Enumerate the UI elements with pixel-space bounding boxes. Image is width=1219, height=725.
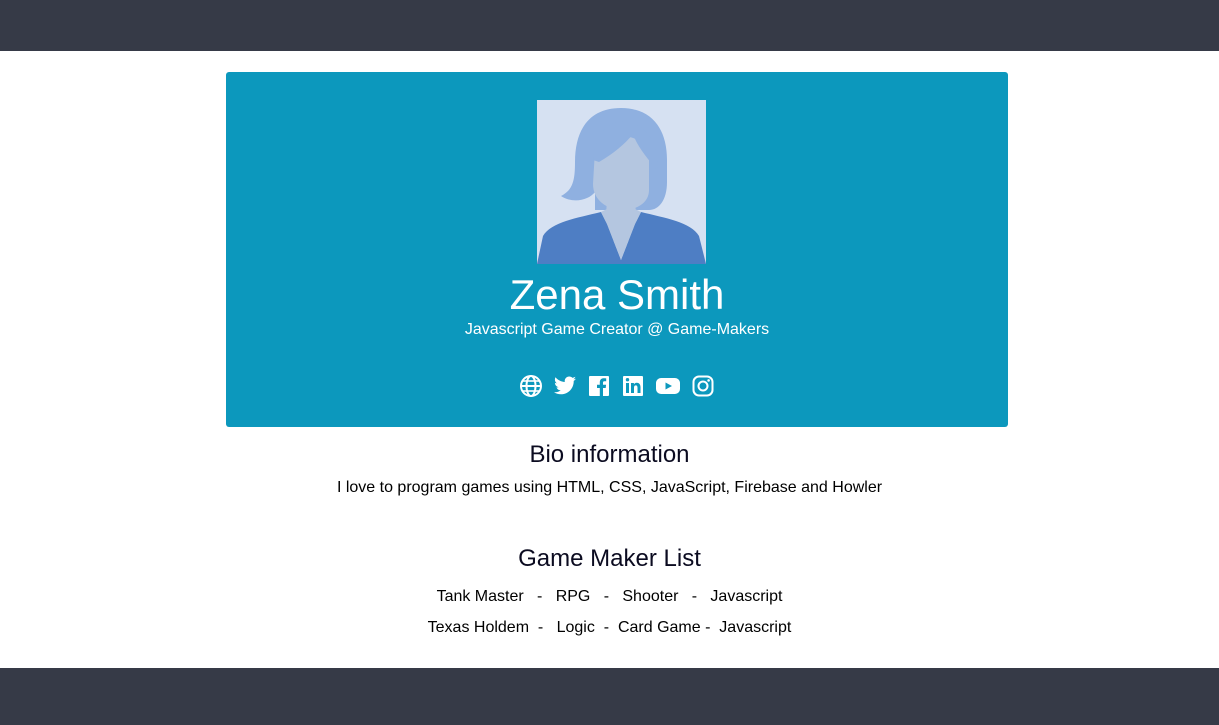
avatar (537, 100, 706, 264)
game-list-item: Texas Holdem - Logic - Card Game - Javas… (427, 619, 792, 636)
social-links (226, 374, 1008, 398)
profile-name: Zena Smith (509, 271, 725, 318)
footer (0, 668, 1219, 725)
avatar-silhouette-icon (537, 100, 706, 264)
top-navbar (0, 0, 1219, 51)
profile-role: Javascript Game Creator @ Game-Makers (464, 321, 770, 338)
twitter-icon[interactable] (553, 374, 577, 398)
youtube-icon[interactable] (655, 374, 681, 398)
instagram-icon[interactable] (691, 374, 715, 398)
profile-card: Zena Smith Javascript Game Creator @ Gam… (226, 72, 1008, 427)
facebook-icon[interactable] (587, 374, 611, 398)
bio-text: I love to program games using HTML, CSS,… (336, 479, 883, 496)
game-list-item: Tank Master - RPG - Shooter - Javascript (436, 588, 783, 605)
game-list-heading: Game Maker List (518, 545, 701, 572)
linkedin-icon[interactable] (621, 374, 645, 398)
globe-icon[interactable] (519, 374, 543, 398)
bio-heading: Bio information (529, 441, 690, 468)
